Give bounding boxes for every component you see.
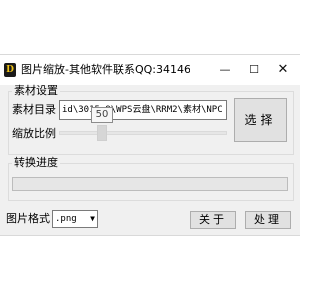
scale-slider-track[interactable] (59, 131, 227, 135)
process-button[interactable]: 处理 (245, 211, 291, 229)
scale-ratio-label: 缩放比例 (12, 127, 56, 140)
image-format-select[interactable]: .png ▼ (52, 210, 98, 228)
scale-slider-thumb[interactable] (97, 125, 107, 141)
material-dir-label: 素材目录 (12, 103, 56, 116)
material-settings-label: 素材设置 (12, 84, 60, 97)
about-button[interactable]: 关于 (190, 211, 236, 229)
conversion-progress-label: 转换进度 (12, 156, 60, 169)
select-dir-button[interactable]: 选择 (234, 98, 287, 142)
app-icon: D (4, 63, 16, 77)
image-format-label: 图片格式 (6, 212, 50, 225)
title-bar[interactable]: D 图片缩放-其他软件联系QQ:3414625... — ☐ ✕ (0, 55, 300, 85)
close-button[interactable]: ✕ (268, 55, 298, 85)
minimize-button[interactable]: — (210, 55, 240, 85)
conversion-progress-bar (12, 177, 288, 191)
app-window: D 图片缩放-其他软件联系QQ:3414625... — ☐ ✕ 素材设置 素材… (0, 54, 300, 236)
image-format-value: .png (55, 214, 77, 224)
window-title: 图片缩放-其他软件联系QQ:3414625... (21, 63, 190, 76)
scale-value-tooltip: 50 (91, 107, 113, 123)
material-dir-input[interactable]: id\3015 9\WPS云盘\RRM2\素材\NPC (59, 100, 227, 120)
chevron-down-icon[interactable]: ▼ (90, 211, 95, 227)
maximize-button[interactable]: ☐ (239, 55, 269, 85)
